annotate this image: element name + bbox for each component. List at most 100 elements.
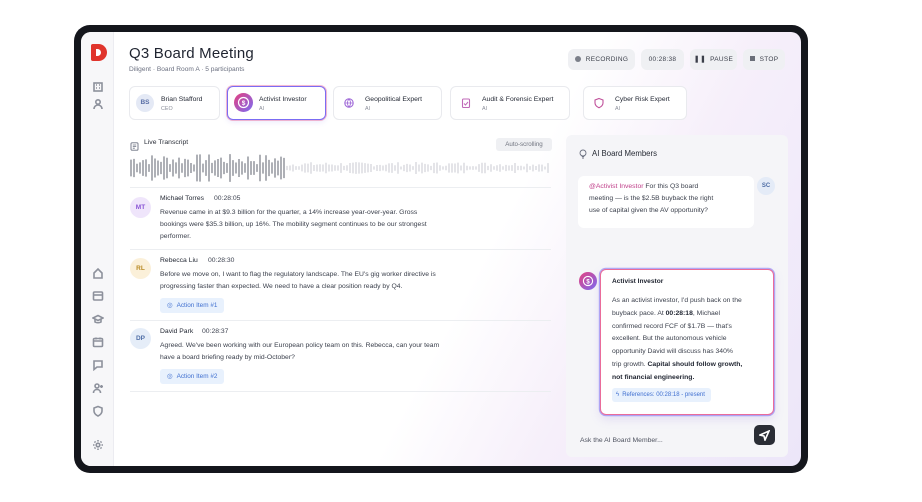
participant-role: CEO <box>161 106 173 112</box>
message-line: trip growth. Capital should follow growt… <box>612 359 742 372</box>
message-line: For this Q3 board <box>643 183 699 190</box>
references-badge[interactable]: ϟ References: 00:28:18 - present <box>612 388 711 402</box>
divider <box>130 249 551 250</box>
avatar: RL <box>130 258 151 279</box>
participant-name: Geopolitical Expert <box>365 96 423 103</box>
auto-scrolling-badge[interactable]: Auto-scrolling <box>496 138 552 151</box>
message-line: opportunity David will discuss has 340% <box>612 348 733 356</box>
speaker-timestamp: 00:28:37 <box>202 328 229 335</box>
participant-card-audit-forensic-expert[interactable]: Audit & Forensic Expert AI <box>450 86 570 120</box>
message-line: excellent. But the autonomous vehicle <box>612 335 727 343</box>
lightning-icon: ϟ <box>616 392 620 398</box>
message-line: buyback pace. At 00:28:18, Michael <box>612 308 742 321</box>
shield-icon <box>592 96 606 110</box>
divider <box>130 187 551 188</box>
dollar-coin-icon: $ <box>234 93 253 112</box>
action-item-label: Action Item #1 <box>176 302 218 309</box>
text-span: buyback pace. At <box>612 309 666 317</box>
action-item-badge[interactable]: ◎ Action Item #2 <box>160 369 225 384</box>
avatar: SC <box>757 177 775 195</box>
building-icon[interactable] <box>90 78 106 94</box>
ai-reply-text: As an activist investor, I'd push back o… <box>612 295 742 385</box>
message-line: Agreed. We've been working with our Euro… <box>160 342 440 349</box>
participant-role: AI <box>615 106 621 112</box>
message-line: not financial engineering. <box>612 372 742 385</box>
stop-label: STOP <box>759 56 779 63</box>
speaker-name: Rebecca Liu <box>160 257 198 264</box>
globe-icon <box>342 96 356 110</box>
shield-icon[interactable] <box>90 403 106 419</box>
message-line: have a board briefing ready by mid-Octob… <box>160 354 295 362</box>
lightbulb-icon <box>578 147 588 159</box>
pause-label: PAUSE <box>710 56 734 63</box>
ai-reply-card: Activist Investor As an activist investo… <box>600 269 774 415</box>
meeting-timer: 00:28:38 <box>641 49 684 70</box>
pause-button[interactable]: ❚❚ PAUSE <box>690 49 737 70</box>
home-icon[interactable] <box>90 265 106 281</box>
references-label: References: 00:28:18 - present <box>622 392 705 398</box>
clipboard-check-icon <box>459 96 473 110</box>
transcript-icon <box>130 138 139 151</box>
message-line: Revenue came in at $9.3 billion for the … <box>160 209 418 216</box>
transcript-message: Agreed. We've been working with our Euro… <box>160 340 439 364</box>
transcript-message: Revenue came in at $9.3 billion for the … <box>160 207 427 244</box>
sidebar-rail <box>81 32 114 466</box>
add-user-icon[interactable] <box>90 380 106 396</box>
app-logo <box>91 44 107 61</box>
avatar: DP <box>130 328 151 349</box>
pause-icon: ❚❚ <box>693 56 707 63</box>
avatar: BS <box>136 94 154 112</box>
app-screen: Q3 Board Meeting Diligent · Board Room A… <box>81 32 801 466</box>
participant-role: AI <box>482 106 488 112</box>
message-line: meeting — is the $2.5B buyback the right <box>589 195 714 203</box>
user-icon[interactable] <box>90 96 106 112</box>
speaker-name: David Park <box>160 328 194 335</box>
participant-role: AI <box>259 106 265 112</box>
text-span: trip growth. <box>612 360 648 368</box>
calendar-icon[interactable] <box>90 334 106 350</box>
device-frame: Q3 Board Meeting Diligent · Board Room A… <box>74 25 808 473</box>
participant-card-activist-investor[interactable]: $ Activist Investor AI <box>227 86 326 120</box>
recording-label: RECORDING <box>585 56 629 63</box>
text-span: , Michael <box>692 309 721 317</box>
participant-card-cyber-risk-expert[interactable]: Cyber Risk Expert AI <box>583 86 687 120</box>
speaker-name: Michael Torres <box>160 195 205 202</box>
chat-icon[interactable] <box>90 357 106 373</box>
settings-gear-icon[interactable] <box>90 437 106 453</box>
avatar: MT <box>130 197 151 218</box>
ai-board-panel: AI Board Members @Activist Investor For … <box>566 135 788 457</box>
speaker-timestamp: 00:28:30 <box>208 257 235 264</box>
message-line: bookings were $35.3 billion, up 16%. The… <box>160 221 427 229</box>
send-icon <box>759 430 770 441</box>
participant-card-brian-stafford[interactable]: BS Brian Stafford CEO <box>129 86 220 120</box>
message-line: progressing faster than expected. We nee… <box>160 283 403 291</box>
mention-tag[interactable]: @Activist Investor <box>589 183 644 190</box>
recording-dot-icon <box>574 55 581 62</box>
speaker-timestamp: 00:28:05 <box>214 195 241 202</box>
divider <box>130 391 551 392</box>
check-circle-icon: ◎ <box>167 373 173 380</box>
live-transcript-label: Live Transcript <box>144 139 189 146</box>
participant-name: Audit & Forensic Expert <box>482 96 554 103</box>
send-button[interactable] <box>754 425 775 445</box>
divider <box>130 320 551 321</box>
user-message-bubble: @Activist Investor For this Q3 board mee… <box>578 176 754 228</box>
graduation-cap-icon[interactable] <box>90 311 106 327</box>
message-line: Before we move on, I want to flag the re… <box>160 271 436 278</box>
participant-role: AI <box>365 106 371 112</box>
audio-waveform <box>130 154 549 182</box>
participant-card-geopolitical-expert[interactable]: Geopolitical Expert AI <box>333 86 442 120</box>
stop-button[interactable]: STOP <box>743 49 785 70</box>
action-item-badge[interactable]: ◎ Action Item #1 <box>160 298 225 313</box>
ask-ai-input[interactable]: Ask the AI Board Member... <box>580 437 663 444</box>
stop-icon <box>749 56 755 61</box>
svg-text:$: $ <box>586 279 590 285</box>
message-line: performer. <box>160 233 191 241</box>
dashboard-icon[interactable] <box>90 288 106 304</box>
message-line: As an activist investor, I'd push back o… <box>612 297 742 304</box>
page-title: Q3 Board Meeting <box>129 45 254 62</box>
ai-panel-title: AI Board Members <box>592 149 657 158</box>
action-item-label: Action Item #2 <box>176 373 218 380</box>
emphasis-text: not financial engineering. <box>612 373 695 381</box>
svg-text:$: $ <box>242 100 246 107</box>
